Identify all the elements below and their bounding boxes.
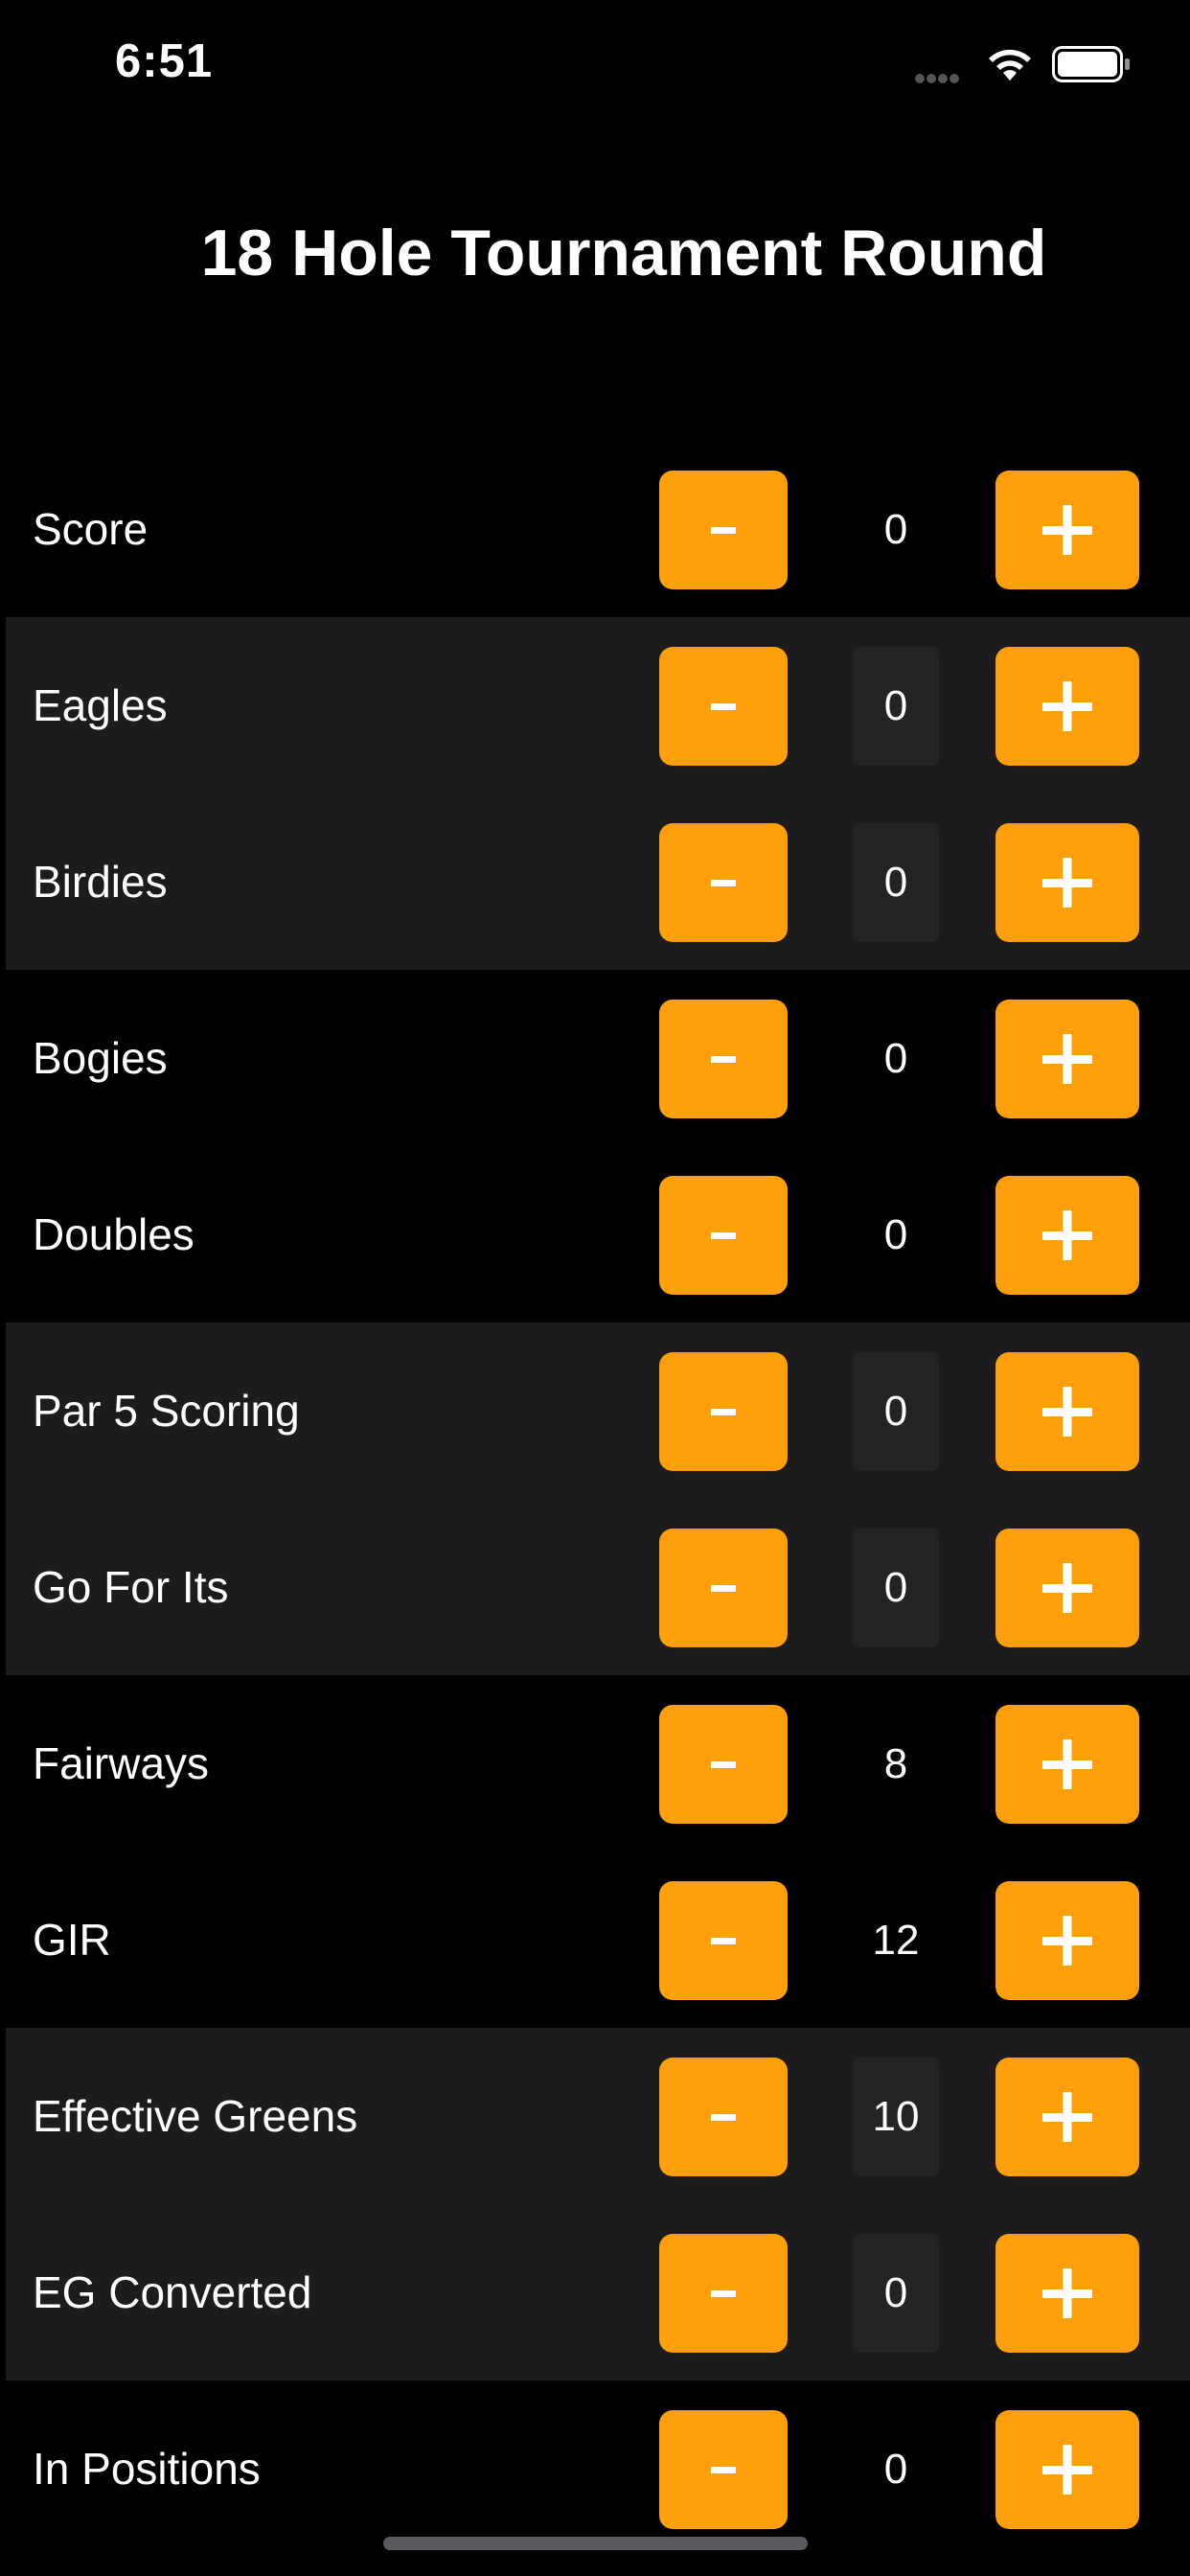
increment-in-positions-button[interactable] [995, 2410, 1139, 2529]
minus-icon [711, 1232, 736, 1239]
plus-icon [1042, 858, 1092, 908]
stat-label: Fairways [33, 1738, 210, 1788]
plus-icon [1042, 1034, 1092, 1084]
stat-value: 0 [853, 647, 939, 766]
decrement-gir-button[interactable] [659, 1881, 788, 2000]
battery-icon [1052, 46, 1131, 82]
increment-eagles-button[interactable] [995, 647, 1139, 766]
decrement-go-for-its-button[interactable] [659, 1529, 788, 1647]
stat-row-score: Score 0 [0, 441, 1190, 617]
stat-row-go-for-its: Go For Its 0 [0, 1499, 1190, 1675]
stat-row-birdies: Birdies 0 [0, 794, 1190, 970]
minus-icon [711, 527, 736, 534]
decrement-score-button[interactable] [659, 471, 788, 589]
minus-icon [711, 703, 736, 710]
stat-row-eg-converted: EG Converted 0 [0, 2204, 1190, 2380]
increment-score-button[interactable] [995, 471, 1139, 589]
stat-value: 0 [883, 1211, 908, 1258]
stat-value: 10 [853, 2058, 939, 2176]
decrement-eagles-button[interactable] [659, 647, 788, 766]
decrement-bogies-button[interactable] [659, 1000, 788, 1118]
increment-doubles-button[interactable] [995, 1176, 1139, 1295]
decrement-birdies-button[interactable] [659, 823, 788, 942]
stat-value: 0 [883, 2446, 908, 2493]
plus-icon [1042, 1563, 1092, 1613]
stat-label: Bogies [33, 1033, 168, 1083]
home-indicator[interactable] [383, 2537, 808, 2550]
decrement-in-positions-button[interactable] [659, 2410, 788, 2529]
decrement-par-5-scoring-button[interactable] [659, 1352, 788, 1471]
increment-eg-converted-button[interactable] [995, 2234, 1139, 2353]
stat-label: Par 5 Scoring [33, 1386, 300, 1436]
plus-icon [1042, 2092, 1092, 2142]
stat-row-in-positions: In Positions 0 [0, 2380, 1190, 2557]
decrement-fairways-button[interactable] [659, 1705, 788, 1824]
minus-icon [711, 2114, 736, 2121]
minus-icon [711, 1938, 736, 1944]
stat-row-gir: GIR 12 [0, 1852, 1190, 2028]
stat-value: 0 [853, 823, 939, 942]
increment-fairways-button[interactable] [995, 1705, 1139, 1824]
decrement-eg-converted-button[interactable] [659, 2234, 788, 2353]
minus-icon [711, 2467, 736, 2473]
stat-row-doubles: Doubles 0 [0, 1146, 1190, 1322]
increment-gir-button[interactable] [995, 1881, 1139, 2000]
plus-icon [1042, 2445, 1092, 2495]
increment-effective-greens-button[interactable] [995, 2058, 1139, 2176]
increment-go-for-its-button[interactable] [995, 1529, 1139, 1647]
stats-list: Score 0 Eagles 0 Birdies 0 Bogies 0 Doub… [0, 441, 1190, 2557]
plus-icon [1042, 505, 1092, 555]
minus-icon [711, 1409, 736, 1415]
stat-label: GIR [33, 1915, 111, 1965]
stat-label: Effective Greens [33, 2091, 358, 2141]
status-time: 6:51 [115, 35, 214, 87]
stat-label: Birdies [33, 857, 168, 907]
stat-row-bogies: Bogies 0 [0, 970, 1190, 1146]
stat-row-par-5-scoring: Par 5 Scoring 0 [0, 1322, 1190, 1499]
page-title: 18 Hole Tournament Round [200, 217, 1047, 289]
stat-label: Score [33, 504, 149, 554]
stat-label: EG Converted [33, 2267, 312, 2317]
stat-value: 0 [883, 1035, 908, 1082]
stat-value: 8 [883, 1740, 908, 1787]
decrement-effective-greens-button[interactable] [659, 2058, 788, 2176]
stat-row-effective-greens: Effective Greens 10 [0, 2028, 1190, 2204]
minus-icon [711, 2290, 736, 2297]
plus-icon [1042, 1387, 1092, 1437]
decrement-doubles-button[interactable] [659, 1176, 788, 1295]
increment-birdies-button[interactable] [995, 823, 1139, 942]
increment-bogies-button[interactable] [995, 1000, 1139, 1118]
signal-icon [915, 71, 971, 83]
plus-icon [1042, 1210, 1092, 1260]
stat-row-fairways: Fairways 8 [0, 1675, 1190, 1852]
stat-value: 0 [853, 2234, 939, 2353]
minus-icon [711, 1056, 736, 1063]
stat-label: Go For Its [33, 1562, 229, 1612]
stat-value: 0 [853, 1352, 939, 1471]
stat-row-eagles: Eagles 0 [0, 617, 1190, 794]
status-bar: 6:51 [0, 0, 1190, 134]
increment-par-5-scoring-button[interactable] [995, 1352, 1139, 1471]
minus-icon [711, 1761, 736, 1768]
stat-value: 0 [883, 506, 908, 553]
stat-label: Doubles [33, 1209, 195, 1259]
plus-icon [1042, 1739, 1092, 1789]
plus-icon [1042, 1916, 1092, 1966]
minus-icon [711, 880, 736, 886]
stat-value: 0 [853, 1529, 939, 1647]
stat-value: 12 [872, 1917, 920, 1964]
stat-label: Eagles [33, 680, 168, 730]
plus-icon [1042, 681, 1092, 731]
plus-icon [1042, 2268, 1092, 2318]
stat-label: In Positions [33, 2444, 261, 2494]
minus-icon [711, 1585, 736, 1592]
wifi-icon [985, 40, 1035, 82]
